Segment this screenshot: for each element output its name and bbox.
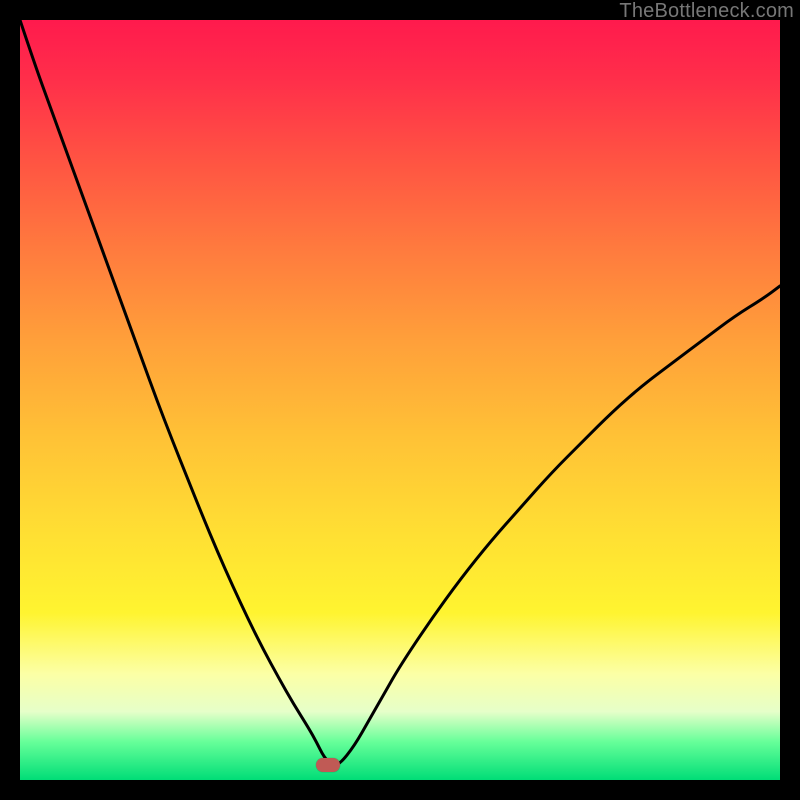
chart-frame: TheBottleneck.com — [0, 0, 800, 800]
minimum-marker — [316, 758, 340, 772]
bottleneck-curve — [20, 20, 780, 765]
plot-area — [20, 20, 780, 780]
bottleneck-curve-svg — [20, 20, 780, 780]
attribution-watermark: TheBottleneck.com — [619, 0, 794, 23]
